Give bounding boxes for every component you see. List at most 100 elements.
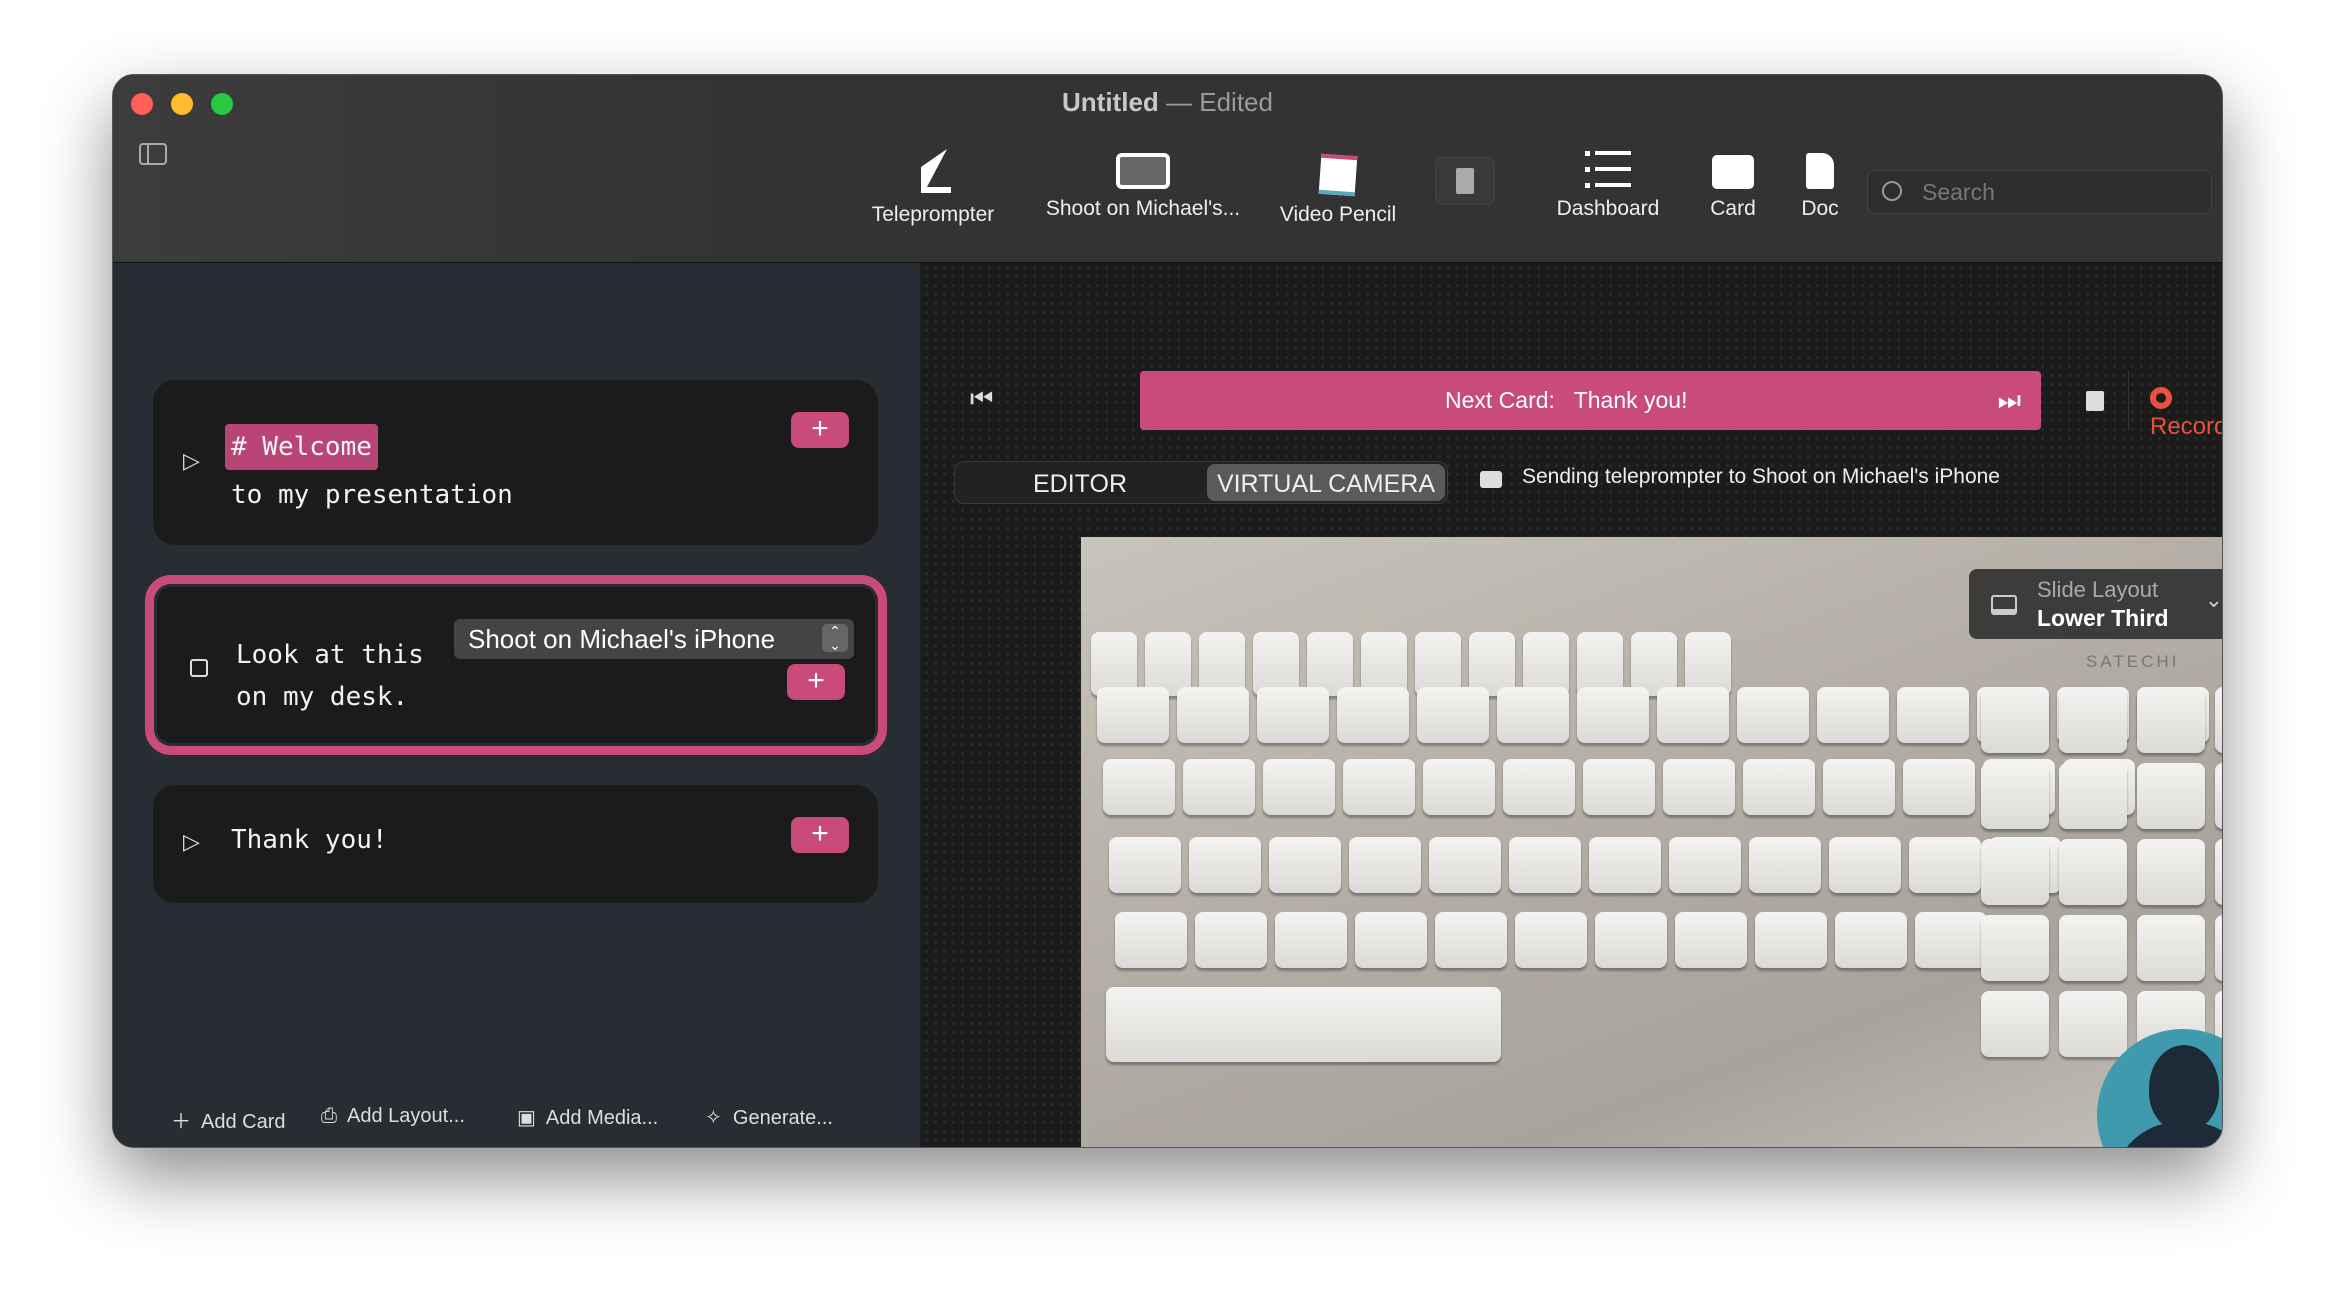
media-icon: ▣ [517, 1107, 536, 1129]
slide-layout-select[interactable]: Slide Layout Lower Third ⌄ [1969, 569, 2223, 639]
keyboard-key [1755, 912, 1827, 968]
keypad-key [1981, 915, 2049, 981]
layout-icon: ⎙ [321, 1105, 337, 1127]
keyboard-key [1737, 687, 1809, 743]
chevron-down-icon: ⌄ [2204, 587, 2223, 612]
add-layout-button[interactable]: ⎙ Add Layout... [321, 1105, 465, 1128]
tab-virtual-camera[interactable]: VIRTUAL CAMERA [1207, 464, 1445, 501]
keypad-key [1981, 763, 2049, 829]
keypad-key [1981, 839, 2049, 905]
keyboard-key [1657, 687, 1729, 743]
play-icon[interactable]: ▷ [183, 829, 200, 855]
keyboard-key [1417, 687, 1489, 743]
keyboard-key [1595, 912, 1667, 968]
dashboard-button[interactable]: Dashboard [1543, 139, 1673, 221]
stop-icon[interactable] [2086, 391, 2104, 411]
keyboard-key [1743, 759, 1815, 815]
keypad-key [2059, 687, 2127, 753]
keypad-key [2059, 991, 2127, 1057]
card-thank-you[interactable]: ▷ Thank you! + [153, 785, 878, 903]
search-icon [1882, 181, 1902, 201]
status-text: Sending teleprompter to Shoot on Michael… [1522, 465, 2000, 488]
keyboard-key [1429, 837, 1501, 893]
device-select[interactable]: Shoot on Michael's iPhone ⌃ ⌄ [454, 619, 854, 659]
toolbar: Untitled — Edited Teleprompter Shoot on … [113, 75, 2222, 263]
card-button[interactable]: Card [1693, 139, 1773, 221]
keyboard-key [1675, 912, 1747, 968]
keyboard-key [1269, 837, 1341, 893]
upload-doc-icon [1456, 168, 1474, 194]
keyboard-key [1177, 687, 1249, 743]
keyboard-key [1663, 759, 1735, 815]
add-card-button[interactable]: ＋ Add Card [171, 1105, 286, 1134]
keyboard-key [1903, 759, 1975, 815]
add-button[interactable]: + [791, 412, 849, 448]
keyboard-key [1257, 687, 1329, 743]
card-selected[interactable]: Look at this on my desk. Shoot on Michae… [145, 575, 887, 755]
doc-button[interactable]: Doc [1785, 139, 1855, 221]
search-input[interactable]: Search [1867, 170, 2212, 214]
generate-button[interactable]: ✧ Generate... [705, 1105, 833, 1130]
keyboard-key [1829, 837, 1901, 893]
keyboard-key [1195, 912, 1267, 968]
mode-tabs: EDITOR VIRTUAL CAMERA [954, 461, 1448, 504]
keyboard-key [1109, 837, 1181, 893]
display-icon [1116, 153, 1170, 189]
keypad-key [2215, 915, 2222, 981]
app-window: Untitled — Edited Teleprompter Shoot on … [112, 74, 2223, 1148]
card-welcome[interactable]: ▷ # Welcome to my presentation + [153, 380, 878, 545]
keyboard-key [1343, 759, 1415, 815]
add-button[interactable]: + [791, 817, 849, 853]
keyboard-key [1115, 912, 1187, 968]
keyboard-key [1915, 912, 1987, 968]
upload-doc-button[interactable] [1435, 157, 1495, 205]
doc-icon [1806, 153, 1834, 189]
sparkle-icon: ✧ [705, 1107, 722, 1129]
keyboard-key [1497, 687, 1569, 743]
keyboard-key [1337, 687, 1409, 743]
play-icon[interactable]: ▷ [183, 448, 200, 474]
chevron-updown-icon: ⌃ ⌄ [822, 624, 848, 652]
teleprompter-icon [921, 149, 951, 193]
record-button[interactable]: Record [2150, 385, 2222, 441]
keypad-key [2215, 763, 2222, 829]
keypad-key [2059, 839, 2127, 905]
keyboard-key [1669, 837, 1741, 893]
add-media-button[interactable]: ▣ Add Media... [517, 1105, 658, 1130]
sidebar-toggle-icon[interactable] [139, 143, 167, 165]
video-pencil-icon [1318, 153, 1358, 197]
card-heading: # Welcome [225, 424, 378, 470]
add-button[interactable]: + [787, 664, 845, 700]
camera-icon [1480, 471, 1502, 488]
previous-card-icon[interactable]: ⏮ [970, 383, 993, 415]
keypad-key [2137, 839, 2205, 905]
keyboard-key [1509, 837, 1581, 893]
card-text: on my desk. [236, 682, 409, 712]
video-pencil-button[interactable]: Video Pencil [1273, 145, 1403, 227]
keyboard-key [1515, 912, 1587, 968]
keyboard-key [1183, 759, 1255, 815]
keyboard-key [1835, 912, 1907, 968]
teleprompter-button[interactable]: Teleprompter [853, 145, 1013, 227]
keypad-key [2137, 915, 2205, 981]
keyboard-key [1423, 759, 1495, 815]
keyboard-key [1106, 987, 1501, 1062]
skip-next-icon[interactable]: ⏭ [1998, 385, 2021, 417]
preview-panel: ⏮ Next Card: Thank you! ⏭ Record EDITOR … [922, 263, 2223, 1147]
keyboard-key [1749, 837, 1821, 893]
keyboard-key [1103, 759, 1175, 815]
tab-editor[interactable]: EDITOR [1033, 470, 1127, 499]
card-list-panel: ▷ # Welcome to my presentation + Look at… [113, 263, 920, 1147]
keypad-key [1981, 687, 2049, 753]
keypad-key [2215, 839, 2222, 905]
next-card-bar[interactable]: Next Card: Thank you! ⏭ [1140, 371, 2041, 430]
card-icon [1712, 155, 1754, 189]
checkbox[interactable] [190, 659, 208, 677]
shoot-on-device-button[interactable]: Shoot on Michael's... [1033, 139, 1253, 221]
keyboard-key [1263, 759, 1335, 815]
record-icon [2150, 387, 2172, 409]
keyboard-key [1275, 912, 1347, 968]
keyboard-key [1189, 837, 1261, 893]
keyboard-key [1435, 912, 1507, 968]
keyboard-key [1817, 687, 1889, 743]
